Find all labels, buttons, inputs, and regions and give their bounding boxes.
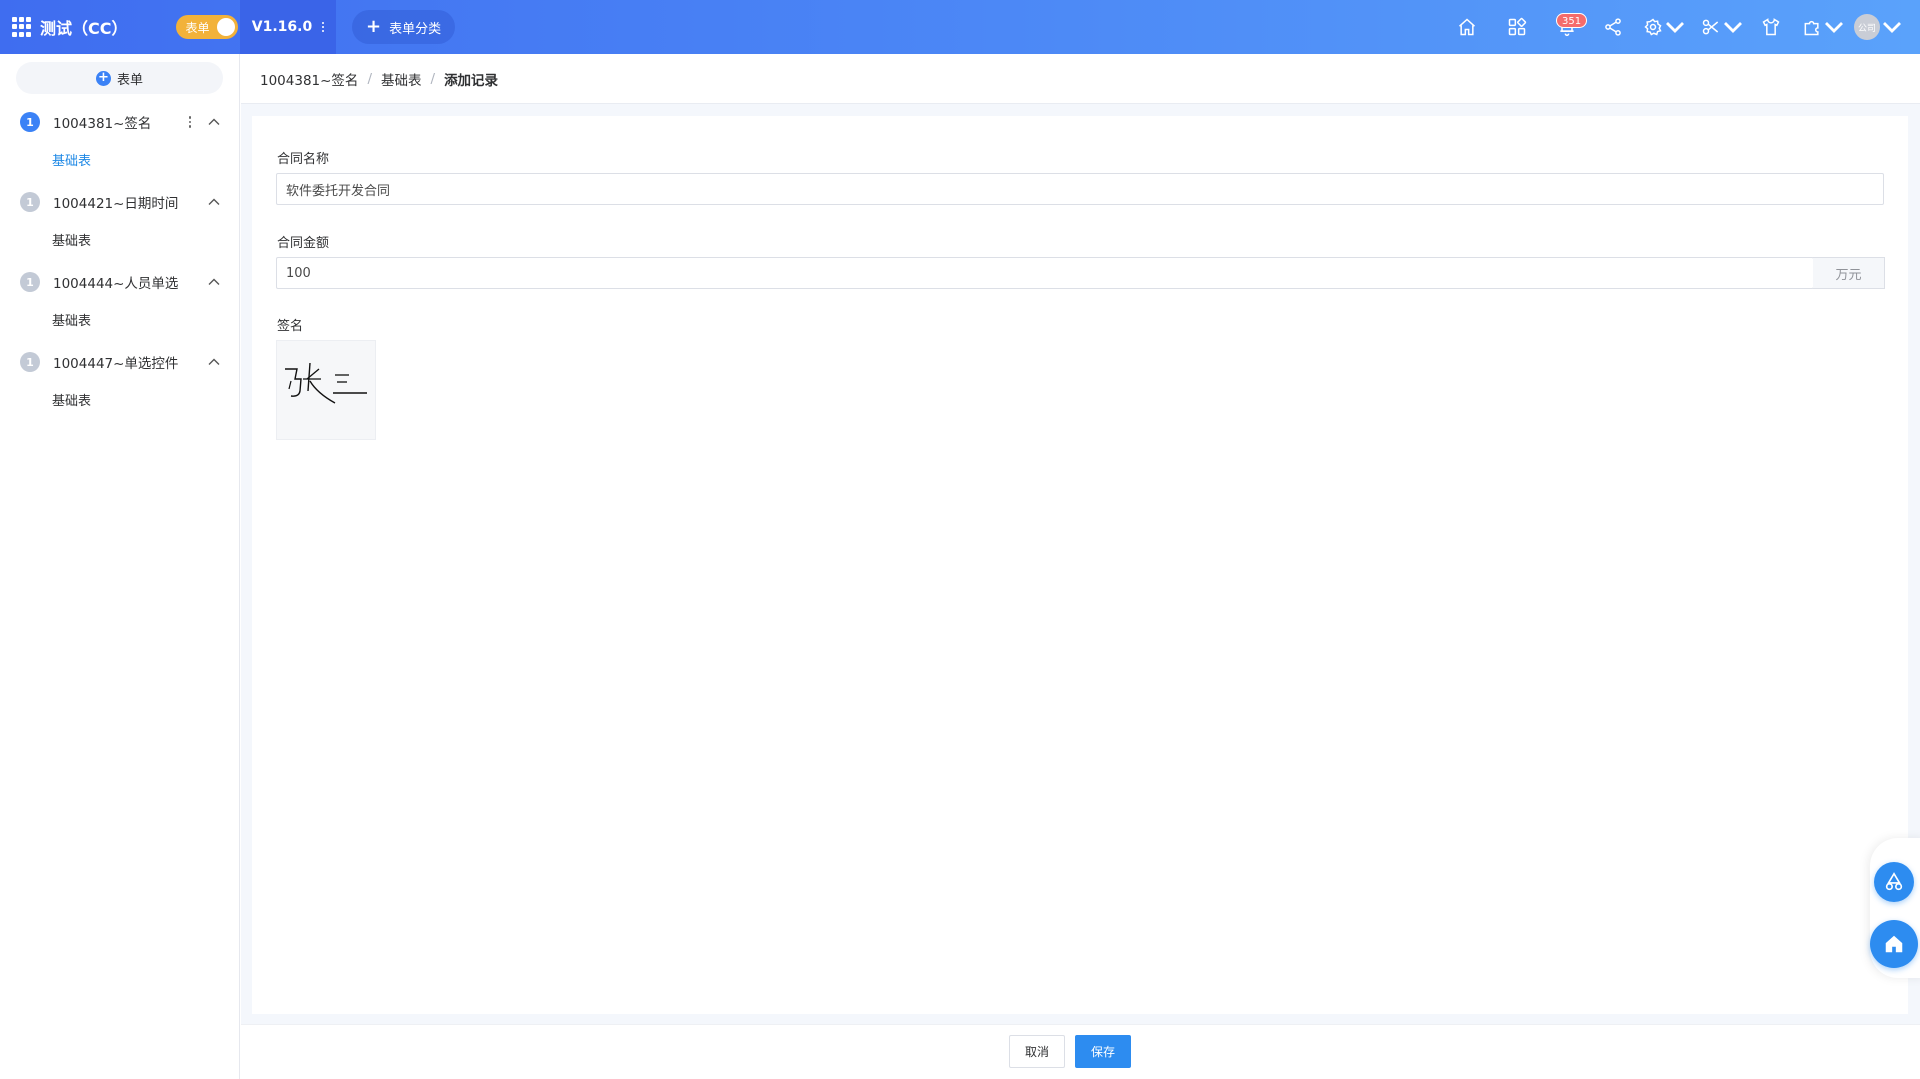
- sidebar-group-header[interactable]: 1 1004381~签名: [0, 102, 239, 142]
- apps-grid-icon[interactable]: [12, 17, 32, 37]
- contract-amount-label: 合同金额: [277, 236, 330, 251]
- breadcrumb-item[interactable]: 1004381~签名: [260, 69, 358, 89]
- sidebar-group-radio-control: 1 1004447~单选控件 基础表: [0, 342, 239, 422]
- sidebar-item-basic-table[interactable]: 基础表: [0, 222, 239, 262]
- user-menu[interactable]: 公司: [1854, 0, 1902, 54]
- theme-button[interactable]: [1750, 0, 1792, 54]
- apps-button[interactable]: [1492, 0, 1542, 54]
- handwritten-signature: [285, 362, 367, 404]
- top-bar: 测试（CC） 表单 V1.16.0 + 表单分类 351 公司: [0, 0, 1920, 54]
- chevron-up-icon[interactable]: [207, 275, 221, 289]
- apps-icon: [1508, 17, 1527, 36]
- contract-name-input[interactable]: 软件委托开发合同: [276, 173, 1884, 205]
- share-icon: [1605, 18, 1621, 36]
- more-vertical-icon: [322, 22, 325, 32]
- shirt-icon: [1762, 18, 1780, 36]
- add-category-label: 表单分类: [389, 21, 442, 37]
- puzzle-icon: [1804, 20, 1819, 36]
- more-vertical-icon[interactable]: [188, 116, 191, 128]
- add-circle-icon: +: [95, 70, 111, 86]
- home-icon: [1459, 18, 1475, 36]
- form-panel: [252, 116, 1908, 1014]
- sidebar: + 表单 1 1004381~签名 基础表 1 1004421~日期时间 基础表…: [0, 54, 240, 1079]
- notification-button[interactable]: 351: [1542, 0, 1592, 54]
- group-number-badge: 1: [20, 112, 40, 132]
- contract-name-label: 合同名称: [277, 152, 330, 167]
- top-icon-bar: 351 公司: [1442, 0, 1902, 54]
- tools-menu[interactable]: [1694, 0, 1750, 54]
- chevron-down-icon: [1666, 22, 1684, 33]
- breadcrumb: 1004381~签名 / 基础表 / 添加记录: [241, 54, 1920, 104]
- avatar: 公司: [1854, 14, 1880, 40]
- sidebar-group-signature: 1 1004381~签名 基础表: [0, 102, 239, 182]
- sidebar-group-person-select: 1 1004444~人员单选 基础表: [0, 262, 239, 342]
- version-label: V1.16.0: [251, 19, 313, 35]
- ai-assistant-button[interactable]: [1874, 862, 1914, 902]
- home-floating-button[interactable]: [1870, 920, 1918, 968]
- group-number-badge: 1: [20, 352, 40, 372]
- mode-toggle-label: 表单: [185, 20, 210, 35]
- sidebar-group-header[interactable]: 1 1004444~人员单选: [0, 262, 239, 302]
- group-number-badge: 1: [20, 192, 40, 212]
- sidebar-group-datetime: 1 1004421~日期时间 基础表: [0, 182, 239, 262]
- app-title: 测试（CC）: [40, 19, 128, 38]
- plugins-menu[interactable]: [1792, 0, 1854, 54]
- brand: 测试（CC） 表单: [0, 0, 240, 54]
- version-selector[interactable]: V1.16.0: [240, 0, 336, 54]
- chevron-up-icon[interactable]: [207, 355, 221, 369]
- sidebar-item-basic-table[interactable]: 基础表: [0, 142, 239, 182]
- chevron-down-icon: [1883, 22, 1901, 33]
- sidebar-item-basic-table[interactable]: 基础表: [0, 302, 239, 342]
- amount-unit-append: 万元: [1813, 257, 1885, 289]
- group-number-badge: 1: [20, 272, 40, 292]
- home-button[interactable]: [1442, 0, 1492, 54]
- sidebar-item-basic-table[interactable]: 基础表: [0, 382, 239, 422]
- group-title: 1004381~签名: [53, 116, 152, 132]
- sidebar-group-header[interactable]: 1 1004421~日期时间: [0, 182, 239, 222]
- plus-icon: +: [366, 16, 382, 37]
- notification-badge: 351: [1556, 13, 1588, 28]
- assistant-icon: [1885, 872, 1903, 891]
- share-button[interactable]: [1592, 0, 1634, 54]
- add-form-label: 表单: [116, 72, 143, 88]
- add-category-button[interactable]: + 表单分类: [352, 10, 456, 44]
- sidebar-group-header[interactable]: 1 1004447~单选控件: [0, 342, 239, 382]
- chevron-up-icon[interactable]: [207, 115, 221, 129]
- group-title: 1004444~人员单选: [53, 276, 179, 292]
- breadcrumb-separator: /: [430, 70, 436, 87]
- gear-icon: [1644, 18, 1662, 36]
- chevron-up-icon[interactable]: [207, 195, 221, 209]
- mode-toggle[interactable]: 表单: [175, 15, 238, 39]
- group-title: 1004447~单选控件: [53, 356, 179, 372]
- add-form-button[interactable]: + 表单: [16, 62, 223, 94]
- scissors-icon: [1702, 19, 1719, 35]
- signature-image[interactable]: [276, 340, 376, 440]
- breadcrumb-separator: /: [367, 70, 372, 87]
- home-icon: [1885, 935, 1903, 953]
- chevron-down-icon: [1724, 22, 1742, 33]
- breadcrumb-current: 添加记录: [444, 72, 499, 89]
- toggle-knob: [216, 18, 235, 36]
- signature-label: 签名: [277, 319, 304, 334]
- settings-menu[interactable]: [1634, 0, 1694, 54]
- save-button[interactable]: 保存: [1075, 1035, 1131, 1068]
- contract-amount-input[interactable]: 100: [276, 257, 1814, 289]
- cancel-button[interactable]: 取消: [1009, 1035, 1065, 1068]
- breadcrumb-item[interactable]: 基础表: [381, 69, 422, 89]
- group-title: 1004421~日期时间: [53, 196, 179, 212]
- chevron-down-icon: [1825, 22, 1843, 33]
